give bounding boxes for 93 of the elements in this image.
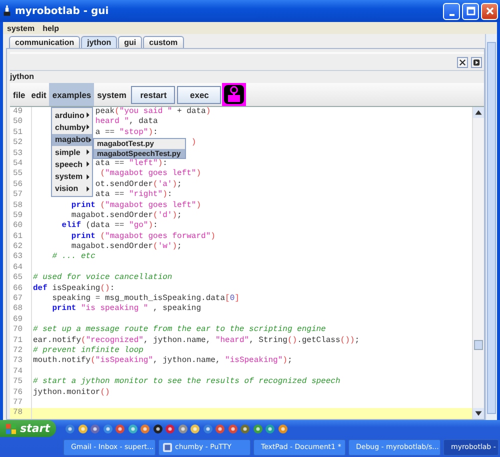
line-number: 68 [10, 304, 32, 315]
code-line: ) [191, 138, 196, 149]
action-button[interactable]: restart [131, 86, 176, 104]
code-line: # prevent infinite loop [33, 346, 144, 356]
scroll-thumb[interactable] [474, 340, 483, 350]
menu-item[interactable]: edit [28, 83, 50, 106]
line-number: 65 [10, 273, 32, 284]
line-number: 57 [10, 190, 32, 201]
code-line: a == "stop"): [95, 128, 158, 138]
tab[interactable]: communication [9, 36, 80, 48]
tab[interactable]: gui [118, 36, 142, 48]
panel-title: jython [10, 71, 35, 83]
code-line: print ("magabot goes left") [71, 200, 202, 211]
menu-item[interactable]: arduino [52, 109, 92, 122]
line-number: 67 [10, 294, 32, 304]
code-line: mouth.notify("isSpeaking", jython.name, "isSpeaking"); [33, 356, 292, 367]
line-number: 66 [10, 284, 32, 294]
line-number: 54 [10, 158, 32, 170]
line-number: 59 [10, 210, 32, 222]
tab[interactable]: jython [81, 36, 118, 48]
line-number: 52 [10, 138, 32, 149]
line-number: 63 [10, 252, 32, 263]
line-number: 78 [10, 408, 32, 419]
line-number: 75 [10, 377, 32, 388]
code-line: # set up a message route from the ear to the scripting engine [33, 325, 326, 336]
close-button[interactable] [457, 56, 468, 68]
line-number: 76 [10, 388, 32, 398]
close-icon [459, 58, 466, 66]
code-line: ear.notify("recognized", jython.name, "heard", String().getClass()); [33, 336, 360, 346]
line-number: 58 [10, 200, 32, 211]
robot-figure-icon [3, 5, 11, 17]
code-line: # start a jython monitor to see the results of recognized speech [33, 377, 340, 388]
menu-item[interactable]: magabot [52, 134, 92, 146]
menu-item[interactable]: system [94, 83, 130, 106]
tab[interactable]: custom [143, 36, 184, 48]
line-number: 53 [10, 148, 32, 159]
code-line: magabot.sendOrder('d'); [71, 210, 182, 221]
line-number: 74 [10, 366, 32, 378]
line-number: 72 [10, 346, 32, 356]
minimize-icon [448, 14, 454, 16]
code-line: print ("magabot goes forward") [71, 232, 216, 242]
action-button[interactable]: exec [177, 86, 222, 104]
code-line: heard ", data [95, 117, 158, 128]
line-number: 73 [10, 356, 32, 367]
code-line: ("magabot goes left") [100, 169, 202, 180]
menu-item[interactable]: simple [52, 146, 92, 158]
code-line: peak("you said " + data) [95, 107, 211, 117]
code-line: jython.monitor() [33, 388, 110, 398]
menu-item[interactable]: chumby [52, 121, 92, 134]
code-line: def isSpeaking(): [33, 284, 115, 294]
window-title: myrobotlab - gui [15, 6, 110, 16]
menu-item[interactable]: vision [52, 182, 92, 196]
line-number: 50 [10, 117, 32, 128]
line-number: 55 [10, 169, 32, 180]
scrollbar[interactable] [485, 34, 497, 420]
code-line: print "is speaking " , speaking [52, 304, 202, 315]
code-editor[interactable] [10, 107, 484, 419]
close-icon [484, 6, 494, 16]
line-number: 60 [10, 221, 32, 232]
menu-item[interactable]: speech [52, 158, 92, 170]
minimize-button[interactable] [443, 2, 460, 20]
menu-item[interactable]: system [7, 24, 35, 32]
menu-item[interactable]: help [42, 24, 60, 32]
line-number: 69 [10, 314, 32, 326]
line-number: 56 [10, 180, 32, 190]
line-number: 70 [10, 325, 32, 336]
code-line: elif (data == "go"): [62, 221, 158, 232]
code-line: ot.sendOrder('a'); [95, 180, 182, 190]
menu-item[interactable]: file [10, 83, 28, 106]
line-number: 64 [10, 262, 32, 274]
play-icon [473, 58, 480, 66]
code-line: ata == "left"): [95, 158, 168, 169]
code-line: # ... etc [52, 252, 96, 263]
line-number: 62 [10, 242, 32, 252]
scroll-down-icon[interactable] [473, 408, 484, 419]
scroll-up-icon[interactable] [473, 107, 484, 118]
code-line: ata == "right"): [95, 190, 172, 201]
line-number: 61 [10, 232, 32, 242]
code-line: magabot.sendOrder('w'); [71, 242, 182, 252]
menu-item[interactable]: examples [49, 83, 94, 106]
code-line: # used for voice cancellation [33, 273, 172, 284]
line-number: 49 [10, 107, 32, 118]
code-line: speaking = msg_mouth_isSpeaking.data[0] [52, 294, 240, 304]
maximize-icon [466, 6, 476, 16]
app-icon [163, 442, 172, 452]
undock-button[interactable] [471, 56, 482, 68]
scrollbar[interactable] [472, 107, 484, 419]
menu-item[interactable]: system [52, 170, 92, 183]
flag-icon [6, 422, 16, 434]
line-number: 51 [10, 128, 32, 138]
maximize-button[interactable] [462, 2, 479, 20]
line-number: 71 [10, 336, 32, 346]
robot-icon[interactable] [222, 83, 246, 106]
